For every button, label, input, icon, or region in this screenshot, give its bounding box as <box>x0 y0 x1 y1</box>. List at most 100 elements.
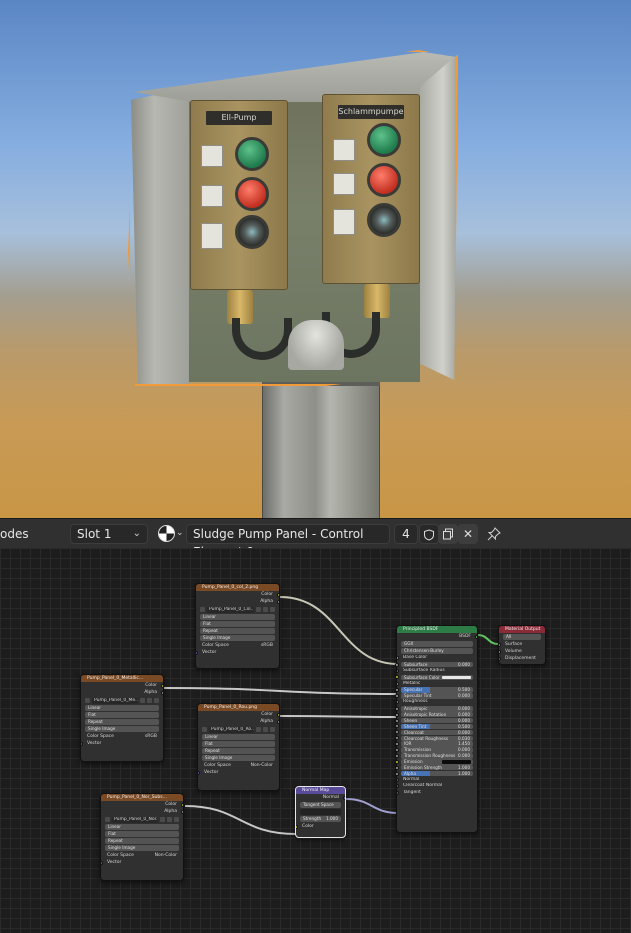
close-icon[interactable] <box>154 698 159 703</box>
output-color[interactable]: Color <box>81 682 163 689</box>
copy-icon[interactable] <box>438 524 458 544</box>
material-sphere-icon[interactable] <box>158 525 175 542</box>
socket-in[interactable] <box>395 675 399 680</box>
socket-out[interactable] <box>161 683 163 688</box>
folder-icon[interactable] <box>167 817 172 822</box>
socket-in[interactable] <box>397 681 399 686</box>
input-vector[interactable]: Vector <box>198 769 279 776</box>
input-vector[interactable]: Vector <box>101 859 183 866</box>
slot-dropdown[interactable]: Slot 1 ⌄ <box>70 524 148 544</box>
shield-icon[interactable] <box>256 727 261 732</box>
color-space-value[interactable]: sRGB <box>261 642 273 649</box>
bsdf-input-row[interactable]: Alpha 1.000 <box>395 770 473 777</box>
socket-in[interactable] <box>395 688 399 693</box>
socket-in[interactable] <box>395 718 399 723</box>
node-title[interactable]: Pump_Panel_0_Metallic... <box>81 675 163 682</box>
socket-in[interactable] <box>395 662 399 667</box>
node-title[interactable]: Normal Map <box>296 787 345 794</box>
subsurface-method-dropdown[interactable]: Christensen-Burley <box>401 648 473 654</box>
socket-in[interactable] <box>395 771 399 776</box>
bsdf-input-row[interactable]: Specular 0.500 <box>395 687 473 693</box>
shield-icon[interactable] <box>256 607 261 612</box>
socket-in[interactable] <box>395 736 399 741</box>
bsdf-input-row[interactable]: Specular Tint 0.000 <box>395 693 473 699</box>
socket-in[interactable] <box>395 730 399 735</box>
node-title[interactable]: Pump_Panel_0_Rou.png <box>198 704 279 711</box>
output-normal[interactable]: Normal <box>296 794 345 801</box>
color-space-value[interactable]: Non-Color <box>155 852 177 859</box>
socket-in[interactable] <box>499 642 501 647</box>
space-dropdown[interactable]: Tangent Space <box>300 802 341 808</box>
socket-in[interactable] <box>395 706 399 711</box>
socket-in[interactable] <box>499 649 501 654</box>
socket-out[interactable] <box>343 795 345 800</box>
image-texture-node-color[interactable]: Pump_Panel_0_col_2.png Color Alpha Pump_… <box>195 583 280 669</box>
interpolation-dropdown[interactable]: Linear <box>202 734 275 740</box>
output-color[interactable]: Color <box>198 711 279 718</box>
bsdf-input-row[interactable]: Metallic <box>397 681 477 687</box>
extension-dropdown[interactable]: Repeat <box>202 748 275 754</box>
bsdf-input-row[interactable]: Subsurface Radius <box>397 668 477 674</box>
bsdf-input-row[interactable]: Sheen Tint 0.500 <box>395 723 473 730</box>
interpolation-dropdown[interactable]: Linear <box>105 824 179 830</box>
image-texture-node-metallic[interactable]: Pump_Panel_0_Metallic... Color Alpha Pum… <box>80 674 164 762</box>
node-title[interactable]: Pump_Panel_0_Nor_Subs... <box>101 794 183 801</box>
color-space-value[interactable]: sRGB <box>145 733 157 740</box>
color-space-row[interactable]: Color Space sRGB <box>196 642 279 649</box>
socket-in[interactable] <box>395 712 399 717</box>
folder-icon[interactable] <box>263 607 268 612</box>
color-space-row[interactable]: Color Space Non-Color <box>198 762 279 769</box>
bsdf-input-row[interactable]: Subsurface 0.000 <box>395 661 473 668</box>
input-displacement[interactable]: Displacement <box>499 655 545 662</box>
uv-map-field[interactable] <box>300 809 341 815</box>
shield-icon[interactable] <box>419 524 439 544</box>
interpolation-dropdown[interactable]: Linear <box>200 614 275 620</box>
socket-in[interactable] <box>198 770 200 775</box>
color-swatch[interactable] <box>442 760 471 764</box>
bsdf-input-row[interactable]: Roughness <box>397 699 477 705</box>
input-vector[interactable]: Vector <box>81 740 163 747</box>
bsdf-input-row[interactable]: Clearcoat Roughness 0.030 <box>395 735 473 741</box>
node-title[interactable]: Principled BSDF <box>397 626 477 633</box>
socket-in[interactable] <box>101 860 103 865</box>
chevron-down-icon[interactable]: ⌄ <box>176 528 184 538</box>
socket-out[interactable] <box>277 712 279 717</box>
output-alpha[interactable]: Alpha <box>198 718 279 725</box>
strength-field[interactable]: Strength 1.000 <box>300 816 341 822</box>
output-color[interactable]: Color <box>196 591 279 598</box>
material-name-field[interactable]: Sludge Pump Panel - Control Element 9 <box>186 524 390 559</box>
interpolation-dropdown[interactable]: Linear <box>85 705 159 711</box>
output-alpha[interactable]: Alpha <box>81 689 163 696</box>
source-dropdown[interactable]: Single Image <box>105 845 179 851</box>
material-output-node[interactable]: Material Output All Surface Volume Displ… <box>498 625 546 665</box>
node-editor-canvas[interactable]: Pump_Panel_0_col_2.png Color Alpha Pump_… <box>0 548 631 933</box>
bsdf-input-row[interactable]: Base Color <box>397 655 477 661</box>
close-icon[interactable] <box>174 817 179 822</box>
distribution-dropdown[interactable]: GGX <box>401 641 473 647</box>
socket-out[interactable] <box>181 802 183 807</box>
target-dropdown[interactable]: All <box>503 634 541 640</box>
color-space-row[interactable]: Color Space Non-Color <box>101 852 183 859</box>
socket-in[interactable] <box>499 656 501 661</box>
image-selector[interactable]: Pump_Panel_0_Ro... <box>202 726 275 733</box>
socket-in[interactable] <box>81 741 83 746</box>
input-surface[interactable]: Surface <box>499 641 545 648</box>
socket-in[interactable] <box>296 824 298 829</box>
socket-in[interactable] <box>395 748 399 753</box>
shield-icon[interactable] <box>140 698 145 703</box>
normal-map-node[interactable]: Normal Map Normal Tangent Space Strength… <box>295 786 346 838</box>
shield-icon[interactable] <box>160 817 165 822</box>
output-bsdf[interactable]: BSDF <box>397 633 477 640</box>
output-alpha[interactable]: Alpha <box>196 598 279 605</box>
bsdf-input-row[interactable]: Emission Strength 1.000 <box>395 765 473 771</box>
color-space-value[interactable]: Non-Color <box>251 762 273 769</box>
color-swatch[interactable] <box>442 675 471 680</box>
socket-in[interactable] <box>395 742 399 747</box>
socket-in[interactable] <box>196 650 198 655</box>
output-alpha[interactable]: Alpha <box>101 808 183 815</box>
bsdf-input-row[interactable]: IOR 1.450 <box>395 741 473 747</box>
pin-icon[interactable] <box>484 524 504 544</box>
folder-icon[interactable] <box>263 727 268 732</box>
extension-dropdown[interactable]: Repeat <box>200 628 275 634</box>
bsdf-input-row[interactable]: Sheen 0.000 <box>395 717 473 724</box>
